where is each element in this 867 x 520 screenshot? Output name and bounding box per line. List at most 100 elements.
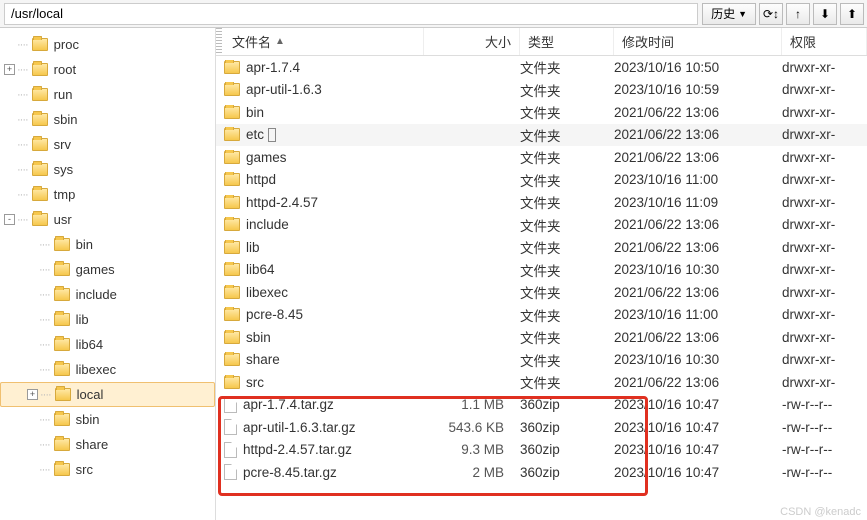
download-icon[interactable]: ⬇ (813, 3, 837, 25)
file-name: apr-1.7.4 (246, 60, 300, 75)
file-perm: drwxr-xr- (774, 82, 867, 97)
tree-item-lib64[interactable]: ····lib64 (0, 332, 215, 357)
file-row[interactable]: src文件夹2021/06/22 13:06drwxr-xr- (216, 371, 867, 394)
tree-line: ···· (17, 139, 28, 151)
file-row[interactable]: lib64文件夹2023/10/16 10:30drwxr-xr- (216, 259, 867, 282)
tree-item-usr[interactable]: -····usr (0, 207, 215, 232)
spacer (26, 414, 37, 425)
folder-tree[interactable]: ····proc+····root····run····sbin····srv·… (0, 28, 216, 520)
folder-icon (32, 38, 48, 51)
file-row[interactable]: libexec文件夹2021/06/22 13:06drwxr-xr- (216, 281, 867, 304)
file-type: 文件夹 (512, 305, 606, 325)
tree-label: srv (54, 137, 71, 152)
folder-icon (224, 308, 240, 321)
col-name[interactable]: 文件名▲ (224, 28, 424, 55)
tree-label: libexec (76, 362, 116, 377)
folder-icon (32, 138, 48, 151)
file-perm: -rw-r--r-- (774, 420, 867, 435)
file-row[interactable]: sbin文件夹2021/06/22 13:06drwxr-xr- (216, 326, 867, 349)
file-name: lib64 (246, 262, 275, 277)
file-type: 文件夹 (512, 327, 606, 347)
file-name: libexec (246, 285, 288, 300)
tree-item-include[interactable]: ····include (0, 282, 215, 307)
file-date: 2023/10/16 11:00 (606, 307, 774, 322)
path-input[interactable] (4, 3, 698, 25)
file-row[interactable]: httpd-2.4.57.tar.gz9.3 MB360zip2023/10/1… (216, 439, 867, 462)
splitter[interactable] (216, 28, 222, 55)
file-row[interactable]: apr-util-1.6.3.tar.gz543.6 KB360zip2023/… (216, 416, 867, 439)
spacer (26, 239, 37, 250)
tree-item-bin[interactable]: ····bin (0, 232, 215, 257)
tree-item-games[interactable]: ····games (0, 257, 215, 282)
file-perm: drwxr-xr- (774, 285, 867, 300)
file-row[interactable]: apr-util-1.6.3文件夹2023/10/16 10:59drwxr-x… (216, 79, 867, 102)
tree-item-proc[interactable]: ····proc (0, 32, 215, 57)
collapse-icon[interactable]: - (4, 214, 15, 225)
tree-item-sbin[interactable]: ····sbin (0, 107, 215, 132)
column-headers: 文件名▲ 大小 类型 修改时间 权限 (216, 28, 867, 56)
file-size: 543.6 KB (416, 420, 512, 435)
file-row[interactable]: httpd-2.4.57文件夹2023/10/16 11:09drwxr-xr- (216, 191, 867, 214)
file-type: 360zip (512, 442, 606, 457)
history-button[interactable]: 历史▼ (702, 3, 756, 25)
file-row[interactable]: apr-1.7.4文件夹2023/10/16 10:50drwxr-xr- (216, 56, 867, 79)
file-row[interactable]: pcre-8.45.tar.gz2 MB360zip2023/10/16 10:… (216, 461, 867, 484)
file-name: apr-1.7.4.tar.gz (243, 397, 334, 412)
upload-icon[interactable]: ⬆ (840, 3, 864, 25)
folder-icon (54, 363, 70, 376)
file-type: 文件夹 (512, 282, 606, 302)
file-icon (224, 442, 237, 458)
folder-icon (54, 288, 70, 301)
tree-item-tmp[interactable]: ····tmp (0, 182, 215, 207)
tree-item-share[interactable]: ····share (0, 432, 215, 457)
file-date: 2023/10/16 11:09 (606, 195, 774, 210)
expand-icon[interactable]: + (27, 389, 38, 400)
file-row[interactable]: bin文件夹2021/06/22 13:06drwxr-xr- (216, 101, 867, 124)
folder-icon (224, 331, 240, 344)
watermark: CSDN @kenadc (780, 506, 861, 518)
tree-item-sys[interactable]: ····sys (0, 157, 215, 182)
tree-item-lib[interactable]: ····lib (0, 307, 215, 332)
file-row[interactable]: apr-1.7.4.tar.gz1.1 MB360zip2023/10/16 1… (216, 394, 867, 417)
file-row[interactable]: share文件夹2023/10/16 10:30drwxr-xr- (216, 349, 867, 372)
col-date[interactable]: 修改时间 (614, 28, 782, 55)
tree-item-run[interactable]: ····run (0, 82, 215, 107)
file-name: httpd-2.4.57.tar.gz (243, 442, 352, 457)
file-type: 文件夹 (512, 147, 606, 167)
tree-item-sbin[interactable]: ····sbin (0, 407, 215, 432)
tree-label: lib (76, 312, 89, 327)
tree-item-srv[interactable]: ···· srv (0, 132, 215, 157)
col-size[interactable]: 大小 (424, 28, 520, 55)
tree-label: lib64 (76, 337, 103, 352)
folder-icon (224, 151, 240, 164)
tree-item-src[interactable]: ····src (0, 457, 215, 482)
file-name: src (246, 375, 264, 390)
spacer (4, 89, 15, 100)
expand-icon[interactable]: + (4, 64, 15, 75)
refresh-icon[interactable]: ⟳↕ (759, 3, 783, 25)
tree-item-libexec[interactable]: ····libexec (0, 357, 215, 382)
file-row[interactable]: include文件夹2021/06/22 13:06drwxr-xr- (216, 214, 867, 237)
file-row[interactable]: lib文件夹2021/06/22 13:06drwxr-xr- (216, 236, 867, 259)
file-type: 文件夹 (512, 170, 606, 190)
folder-icon (224, 61, 240, 74)
file-row[interactable]: httpd文件夹2023/10/16 11:00drwxr-xr- (216, 169, 867, 192)
tree-item-local[interactable]: +····local (0, 382, 215, 407)
spacer (4, 114, 15, 125)
file-type: 文件夹 (512, 57, 606, 77)
tree-item-root[interactable]: +····root (0, 57, 215, 82)
tree-line: ···· (39, 439, 50, 451)
tree-label: bin (76, 237, 93, 252)
folder-icon (224, 173, 240, 186)
folder-icon (224, 128, 240, 141)
tree-line: ···· (17, 114, 28, 126)
file-row[interactable]: pcre-8.45文件夹2023/10/16 11:00drwxr-xr- (216, 304, 867, 327)
file-row[interactable]: games文件夹2021/06/22 13:06drwxr-xr- (216, 146, 867, 169)
file-row[interactable]: etc文件夹2021/06/22 13:06drwxr-xr- (216, 124, 867, 147)
tree-line: ···· (39, 264, 50, 276)
spacer (26, 289, 37, 300)
col-perm[interactable]: 权限 (782, 28, 867, 55)
reconnect-icon[interactable]: ↑ (786, 3, 810, 25)
col-type[interactable]: 类型 (520, 28, 614, 55)
tree-label: src (76, 462, 93, 477)
